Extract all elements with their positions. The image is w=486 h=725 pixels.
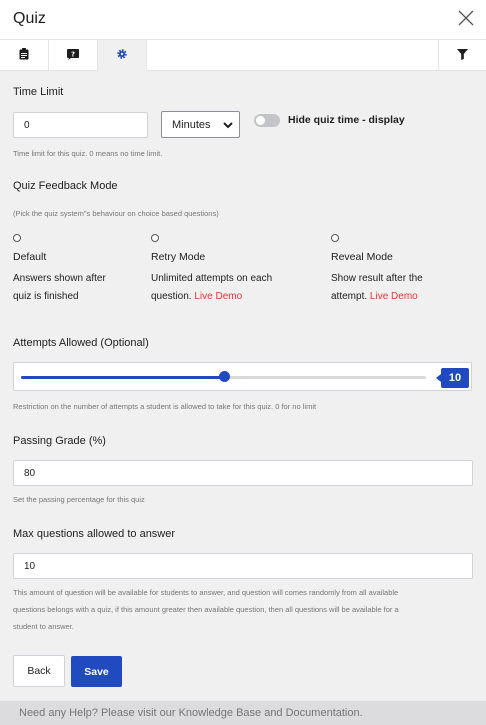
option-description: Answers shown after quiz is finished <box>13 273 106 302</box>
passing-grade-input[interactable]: 80 <box>13 460 473 486</box>
tab-bar: ? <box>0 40 486 71</box>
tab-quiz-info[interactable]: ? <box>49 40 98 71</box>
clipboard-icon <box>19 47 29 65</box>
radio-retry[interactable] <box>151 234 159 242</box>
live-demo-link[interactable]: Live Demo <box>370 291 418 302</box>
tab-settings[interactable] <box>98 40 147 71</box>
max-questions-help: This amount of question will be availabl… <box>13 588 399 631</box>
back-button[interactable]: Back <box>13 655 65 687</box>
slider-fill <box>21 376 224 379</box>
passing-grade-help: Set the passing percentage for this quiz <box>13 495 145 504</box>
time-unit-select[interactable]: Minutes <box>161 111 240 138</box>
attempts-help: Restriction on the number of attempts a … <box>13 402 317 411</box>
attempts-label: Attempts Allowed (Optional) <box>13 337 149 349</box>
max-questions-input[interactable]: 10 <box>13 553 473 579</box>
option-description: Unlimited attempts on each question. Liv… <box>151 273 273 302</box>
feedback-mode-help: (Pick the quiz system"s behaviour on cho… <box>13 209 219 218</box>
time-unit-value: Minutes <box>172 118 211 131</box>
save-button[interactable]: Save <box>71 656 122 687</box>
feedback-mode-label: Quiz Feedback Mode <box>13 180 118 192</box>
time-limit-label: Time Limit <box>13 86 64 98</box>
feedback-option-default[interactable]: Default Answers shown after quiz is fini… <box>13 234 143 306</box>
hide-quiz-time-toggle[interactable] <box>254 114 280 127</box>
time-limit-input[interactable]: 0 <box>13 112 148 138</box>
live-demo-link[interactable]: Live Demo <box>194 291 242 302</box>
option-title: Default <box>13 251 47 263</box>
question-icon: ? <box>67 47 79 65</box>
feedback-option-reveal[interactable]: Reveal Mode Show result after the attemp… <box>331 234 481 306</box>
modal-title: Quiz <box>13 10 46 27</box>
help-footer: Need any Help? Please visit our Knowledg… <box>0 701 486 725</box>
option-description: Show result after the attempt. Live Demo <box>331 273 423 302</box>
passing-grade-label: Passing Grade (%) <box>13 435 106 447</box>
radio-reveal[interactable] <box>331 234 339 242</box>
max-questions-label: Max questions allowed to answer <box>13 528 176 540</box>
attempts-slider[interactable]: 10 <box>13 362 472 391</box>
feedback-option-retry[interactable]: Retry Mode Unlimited attempts on each qu… <box>151 234 301 306</box>
option-title: Reveal Mode <box>331 251 393 263</box>
svg-text:?: ? <box>71 50 75 58</box>
modal-header: Quiz <box>0 0 486 40</box>
filter-button[interactable] <box>438 40 486 71</box>
option-title: Retry Mode <box>151 251 206 263</box>
slider-value-badge: 10 <box>436 368 469 388</box>
time-limit-help: Time limit for this quiz. 0 means no tim… <box>13 149 163 158</box>
slider-thumb[interactable] <box>218 371 230 382</box>
close-icon[interactable] <box>456 8 476 28</box>
chevron-down-icon <box>223 120 233 132</box>
hide-quiz-time-label: Hide quiz time - display <box>288 114 405 126</box>
filter-icon <box>457 47 468 65</box>
toggle-knob <box>256 116 265 125</box>
tab-questions[interactable] <box>0 40 49 71</box>
gear-icon <box>116 47 128 65</box>
radio-default[interactable] <box>13 234 21 242</box>
